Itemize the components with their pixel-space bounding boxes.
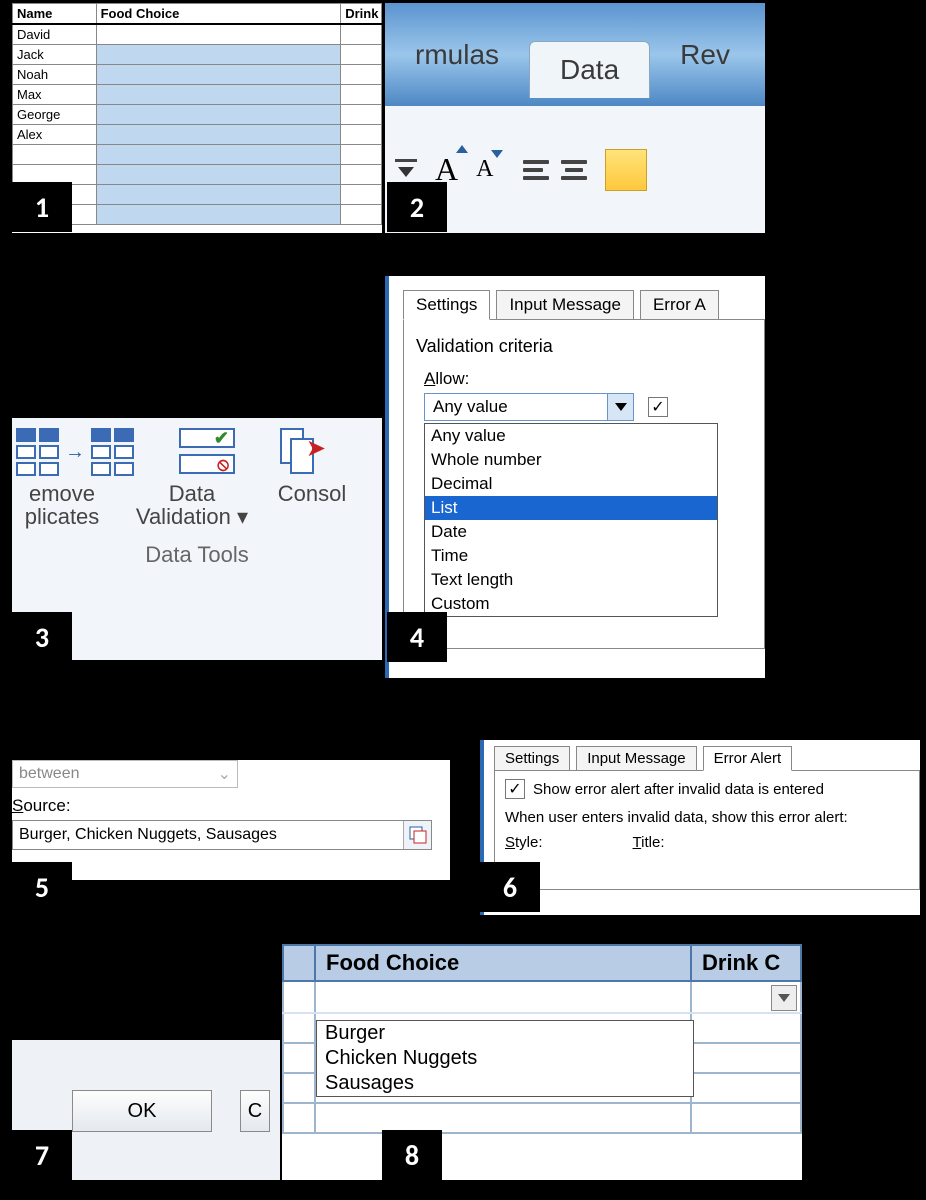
ribbon-tab-data[interactable]: Data: [529, 41, 650, 98]
ribbon-tab-review[interactable]: Rev: [650, 9, 760, 101]
food-option[interactable]: Sausages: [317, 1071, 693, 1096]
table-icon: [91, 428, 134, 476]
cell-food-0[interactable]: [96, 24, 341, 45]
step-label-4: 4: [387, 612, 447, 662]
allow-option[interactable]: Time: [425, 544, 717, 568]
cell-name-5[interactable]: Alex: [13, 125, 97, 145]
ribbon-tabstrip: rmulas Data Rev: [385, 3, 765, 106]
tab-input-message[interactable]: Input Message: [576, 746, 696, 771]
tab-error-alert[interactable]: Error A: [640, 290, 719, 320]
step-label-6: 6: [480, 862, 540, 912]
source-input[interactable]: [13, 822, 403, 848]
tab-settings[interactable]: Settings: [403, 290, 490, 320]
food-cell-with-dropdown[interactable]: [315, 981, 691, 1013]
allow-option[interactable]: Date: [425, 520, 717, 544]
dropdown-arrow-icon[interactable]: [771, 985, 797, 1011]
selected-cell[interactable]: [96, 45, 341, 65]
cancel-button-fragment[interactable]: C: [240, 1090, 270, 1132]
table-icon: [16, 428, 59, 476]
cell-name-2[interactable]: Noah: [13, 65, 97, 85]
allow-option[interactable]: Text length: [425, 568, 717, 592]
col-header-food[interactable]: Food Choice: [96, 4, 341, 25]
ribbon-group-label: Data Tools: [12, 542, 382, 568]
step-label-5: 5: [12, 862, 72, 912]
panel-5-source: between Source:: [12, 760, 450, 880]
style-label: Style:: [505, 834, 543, 851]
chevron-down-icon[interactable]: ▾: [237, 504, 248, 529]
ribbon-tab-formulas[interactable]: rmulas: [385, 9, 529, 101]
food-option[interactable]: Chicken Nuggets: [317, 1046, 693, 1071]
show-error-checkbox[interactable]: ✓: [505, 779, 525, 799]
step-label-1: 1: [12, 182, 72, 232]
col-header-name[interactable]: Name: [13, 4, 97, 25]
source-label: Source:: [12, 796, 450, 816]
fill-color-button[interactable]: [605, 149, 647, 191]
cell-name-4[interactable]: George: [13, 105, 97, 125]
food-dropdown-list[interactable]: Burger Chicken Nuggets Sausages: [316, 1020, 694, 1097]
allow-select[interactable]: Any value: [424, 393, 634, 421]
data-mode-select-disabled: between: [12, 760, 238, 788]
chevron-down-icon[interactable]: [607, 394, 633, 420]
error-sentence: When user enters invalid data, show this…: [505, 809, 909, 826]
col-header-drink[interactable]: Drink: [341, 4, 382, 25]
step-label-2: 2: [387, 182, 447, 232]
show-error-label: Show error alert after invalid data is e…: [533, 781, 824, 798]
allow-dropdown-list[interactable]: Any value Whole number Decimal List Date…: [424, 423, 718, 617]
col-header-food[interactable]: Food Choice: [315, 945, 691, 981]
ok-button[interactable]: OK: [72, 1090, 212, 1132]
allow-select-value: Any value: [433, 397, 508, 417]
consolidate-icon[interactable]: ➤: [280, 428, 320, 474]
shrink-font-icon[interactable]: A: [476, 156, 493, 183]
dropdown-arrow-icon[interactable]: [395, 159, 417, 181]
remove-duplicates-button[interactable]: emove plicates: [12, 482, 112, 528]
tab-error-alert[interactable]: Error Alert: [703, 746, 793, 771]
allow-option[interactable]: Any value: [425, 424, 717, 448]
align-center-icon[interactable]: [561, 160, 587, 180]
step-label-7: 7: [12, 1130, 72, 1180]
allow-option-list[interactable]: List: [425, 496, 717, 520]
consolidate-button[interactable]: Consol: [272, 482, 352, 528]
align-left-icon[interactable]: [523, 160, 549, 180]
allow-option[interactable]: Custom: [425, 592, 717, 616]
chevron-down-icon: [218, 764, 231, 784]
step-label-3: 3: [12, 612, 72, 662]
cell-name-3[interactable]: Max: [13, 85, 97, 105]
arrow-right-icon: →: [65, 441, 85, 464]
food-option[interactable]: Burger: [317, 1021, 693, 1046]
data-validation-button[interactable]: Data Validation ▾: [132, 482, 252, 528]
tab-settings[interactable]: Settings: [494, 746, 570, 771]
allow-label: Allow:: [424, 369, 754, 389]
panel-8-result: Food Choice Drink C Burger Chicken Nugge…: [282, 944, 802, 1180]
title-label: Title:: [633, 834, 665, 851]
panel-6-error-alert: Settings Input Message Error Alert ✓ Sho…: [480, 740, 920, 915]
tab-input-message[interactable]: Input Message: [496, 290, 634, 320]
validation-criteria-title: Validation criteria: [416, 336, 754, 357]
ignore-blank-checkbox[interactable]: ✓: [648, 397, 668, 417]
data-validation-icon[interactable]: [179, 428, 235, 476]
cell-name-0[interactable]: David: [13, 24, 97, 45]
allow-option[interactable]: Decimal: [425, 472, 717, 496]
step-label-8: 8: [382, 1130, 442, 1180]
cell-name-1[interactable]: Jack: [13, 45, 97, 65]
range-picker-icon[interactable]: [403, 821, 431, 849]
col-header-drink[interactable]: Drink C: [691, 945, 801, 981]
allow-option[interactable]: Whole number: [425, 448, 717, 472]
